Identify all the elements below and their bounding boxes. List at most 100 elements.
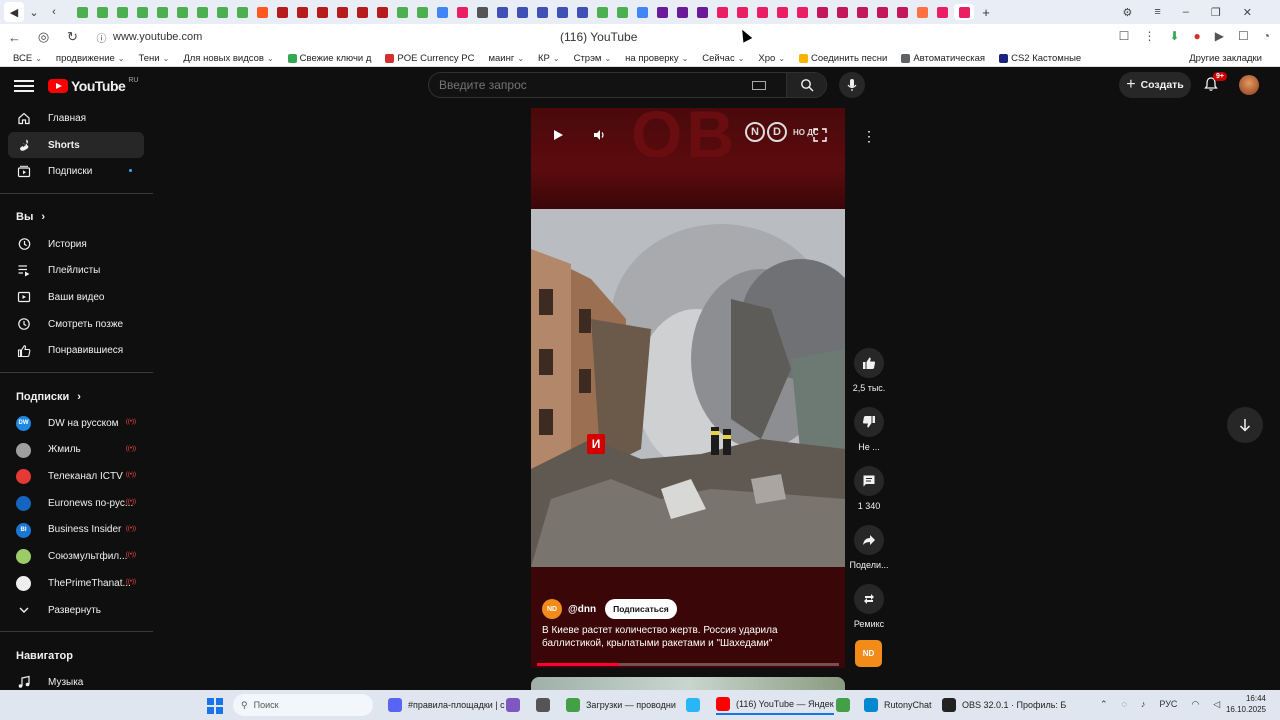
sidebar-item-плейлисты[interactable]: Плейлисты bbox=[0, 257, 153, 284]
browser-tab[interactable] bbox=[914, 4, 930, 20]
sidebar-item-euronews-по-рус-[interactable]: Euronews по-рус... ((•)) bbox=[0, 490, 153, 517]
new-tab-icon[interactable]: + bbox=[978, 4, 994, 20]
bookmark-item[interactable]: Сейчас ⌄ bbox=[702, 53, 744, 64]
taskbar-app[interactable]: RutonyChat bbox=[864, 695, 932, 715]
tray-speaker-icon[interactable]: ♪ bbox=[1141, 699, 1146, 710]
browser-tab[interactable] bbox=[494, 4, 510, 20]
share-action[interactable]: Подели... bbox=[846, 525, 892, 570]
browser-tab[interactable] bbox=[954, 4, 974, 20]
browser-tab[interactable] bbox=[654, 4, 670, 20]
subscriptions-section-header[interactable]: Подписки › bbox=[0, 383, 153, 410]
browser-tab[interactable] bbox=[814, 4, 830, 20]
volume-icon[interactable]: ◁ bbox=[1213, 699, 1220, 710]
sidebar-item-ваши-видео[interactable]: Ваши видео bbox=[0, 284, 153, 311]
browser-tab[interactable] bbox=[414, 4, 430, 20]
browser-tab[interactable] bbox=[374, 4, 390, 20]
site-info-icon[interactable]: ⓘ bbox=[87, 30, 116, 45]
bookmark-item[interactable]: продвижение ⌄ bbox=[56, 53, 125, 64]
browser-tab[interactable] bbox=[714, 4, 730, 20]
subscribe-button[interactable]: Подписаться bbox=[605, 599, 677, 619]
like-action[interactable]: 2,5 тыс. bbox=[846, 348, 892, 393]
comments-action[interactable]: 1 340 bbox=[846, 466, 892, 511]
sidebar-item-телеканал-ictv[interactable]: Телеканал ICTV ((•)) bbox=[0, 463, 153, 490]
youtube-logo[interactable]: YouTube RU bbox=[48, 77, 138, 94]
browser-tab[interactable] bbox=[734, 4, 750, 20]
remix-action[interactable]: Ремикс bbox=[846, 584, 892, 629]
minimize-icon[interactable]: – bbox=[1183, 6, 1189, 18]
browser-tab[interactable] bbox=[134, 4, 150, 20]
expand-subscriptions-button[interactable]: Развернуть bbox=[0, 597, 153, 624]
search-input[interactable] bbox=[429, 78, 752, 92]
browser-tab[interactable] bbox=[234, 4, 250, 20]
account-icon[interactable]: ◔ bbox=[1263, 29, 1270, 43]
tray-app-icon[interactable]: ◌ bbox=[1122, 699, 1127, 710]
sidebar-item-история[interactable]: История bbox=[0, 231, 153, 258]
browser-tab[interactable] bbox=[874, 4, 890, 20]
dislike-action[interactable]: Не ... bbox=[846, 407, 892, 452]
browser-tab[interactable] bbox=[454, 4, 470, 20]
browser-tab[interactable] bbox=[474, 4, 490, 20]
browser-tab[interactable] bbox=[154, 4, 170, 20]
bookmark-item[interactable]: Соединить песни bbox=[799, 53, 887, 64]
browser-tab[interactable] bbox=[394, 4, 410, 20]
browser-tab[interactable] bbox=[254, 4, 270, 20]
next-short-button[interactable] bbox=[1227, 407, 1263, 443]
back-icon[interactable]: ← bbox=[0, 30, 29, 45]
bookmark-item[interactable]: Тени ⌄ bbox=[139, 53, 170, 64]
restore-icon[interactable]: ❐ bbox=[1211, 6, 1221, 19]
url-field[interactable]: www.youtube.com bbox=[113, 31, 202, 43]
taskbar-app[interactable] bbox=[836, 695, 850, 715]
bookmark-icon[interactable]: ☐ bbox=[1119, 29, 1130, 43]
tray-chevron-up-icon[interactable]: ⌃ bbox=[1100, 699, 1108, 710]
taskbar-app[interactable]: Загрузки — проводни bbox=[566, 695, 676, 715]
browser-tab[interactable] bbox=[74, 4, 90, 20]
short-progress-bar[interactable] bbox=[537, 663, 839, 666]
bookmark-item[interactable]: на проверку ⌄ bbox=[625, 53, 688, 64]
browser-tab[interactable] bbox=[274, 4, 290, 20]
taskbar-app[interactable] bbox=[536, 695, 550, 715]
browser-tab[interactable] bbox=[754, 4, 770, 20]
video-frame[interactable]: И bbox=[531, 209, 845, 567]
short-player[interactable]: ОВ И N D НО ДС ND @dnn Подписаться В Кие… bbox=[531, 108, 845, 668]
browser-tab[interactable] bbox=[694, 4, 710, 20]
more-icon[interactable]: ⋮ bbox=[1143, 29, 1155, 43]
taskbar-app[interactable] bbox=[506, 695, 520, 715]
like-button[interactable] bbox=[854, 348, 884, 378]
browser-tab[interactable] bbox=[534, 4, 550, 20]
play-button[interactable] bbox=[549, 126, 567, 144]
sidebar-item-dw-на-русском[interactable]: DW DW на русском ((•)) bbox=[0, 410, 153, 437]
notifications-button[interactable]: 9+ bbox=[1203, 72, 1227, 96]
sidebar-item-business-insider[interactable]: BI Business Insider ((•)) bbox=[0, 517, 153, 544]
sound-channel-avatar[interactable]: ND bbox=[855, 640, 882, 667]
media-icon[interactable]: ▶ bbox=[1215, 29, 1224, 43]
tab-audio-icon[interactable]: ◀ bbox=[4, 2, 24, 22]
bookmark-item[interactable]: POE Currency PC bbox=[385, 53, 474, 64]
browser-tab[interactable] bbox=[794, 4, 810, 20]
share-button[interactable] bbox=[854, 525, 884, 555]
tab-scroll-left-icon[interactable]: ‹ bbox=[44, 2, 64, 22]
download-icon[interactable]: ⬇ bbox=[1169, 29, 1179, 43]
browser-tab[interactable] bbox=[894, 4, 910, 20]
browser-tab[interactable] bbox=[854, 4, 870, 20]
taskbar-app[interactable]: OBS 32.0.1 · Профиль: Б bbox=[942, 695, 1066, 715]
browser-tab[interactable] bbox=[674, 4, 690, 20]
yandex-home-icon[interactable]: ◎ bbox=[29, 29, 58, 45]
channel-avatar[interactable]: ND bbox=[542, 599, 562, 619]
short-caption[interactable]: В Киеве растет количество жертв. Россия … bbox=[542, 624, 837, 650]
sidebar-item-жмиль[interactable]: Жмиль ((•)) bbox=[0, 437, 153, 464]
wifi-icon[interactable]: ◠ bbox=[1191, 699, 1199, 710]
taskbar-app[interactable] bbox=[686, 695, 700, 715]
browser-tab[interactable] bbox=[114, 4, 130, 20]
voice-search-button[interactable] bbox=[839, 72, 865, 98]
dislike-button[interactable] bbox=[854, 407, 884, 437]
bookmark-item[interactable]: Для новых видсов ⌄ bbox=[183, 53, 273, 64]
browser-tab[interactable] bbox=[774, 4, 790, 20]
other-bookmarks[interactable]: Другие закладки bbox=[1189, 53, 1262, 64]
reload-icon[interactable]: ↻ bbox=[58, 29, 87, 45]
browser-profile-icon[interactable]: ⚙ bbox=[1122, 6, 1132, 19]
browser-tab[interactable] bbox=[834, 4, 850, 20]
close-icon[interactable]: ✕ bbox=[1243, 6, 1252, 19]
bookmark-item[interactable]: Стрэм ⌄ bbox=[574, 53, 612, 64]
bookmark-item[interactable]: Автоматическая bbox=[901, 53, 985, 64]
sidebar-item-главная[interactable]: Главная bbox=[0, 105, 153, 132]
